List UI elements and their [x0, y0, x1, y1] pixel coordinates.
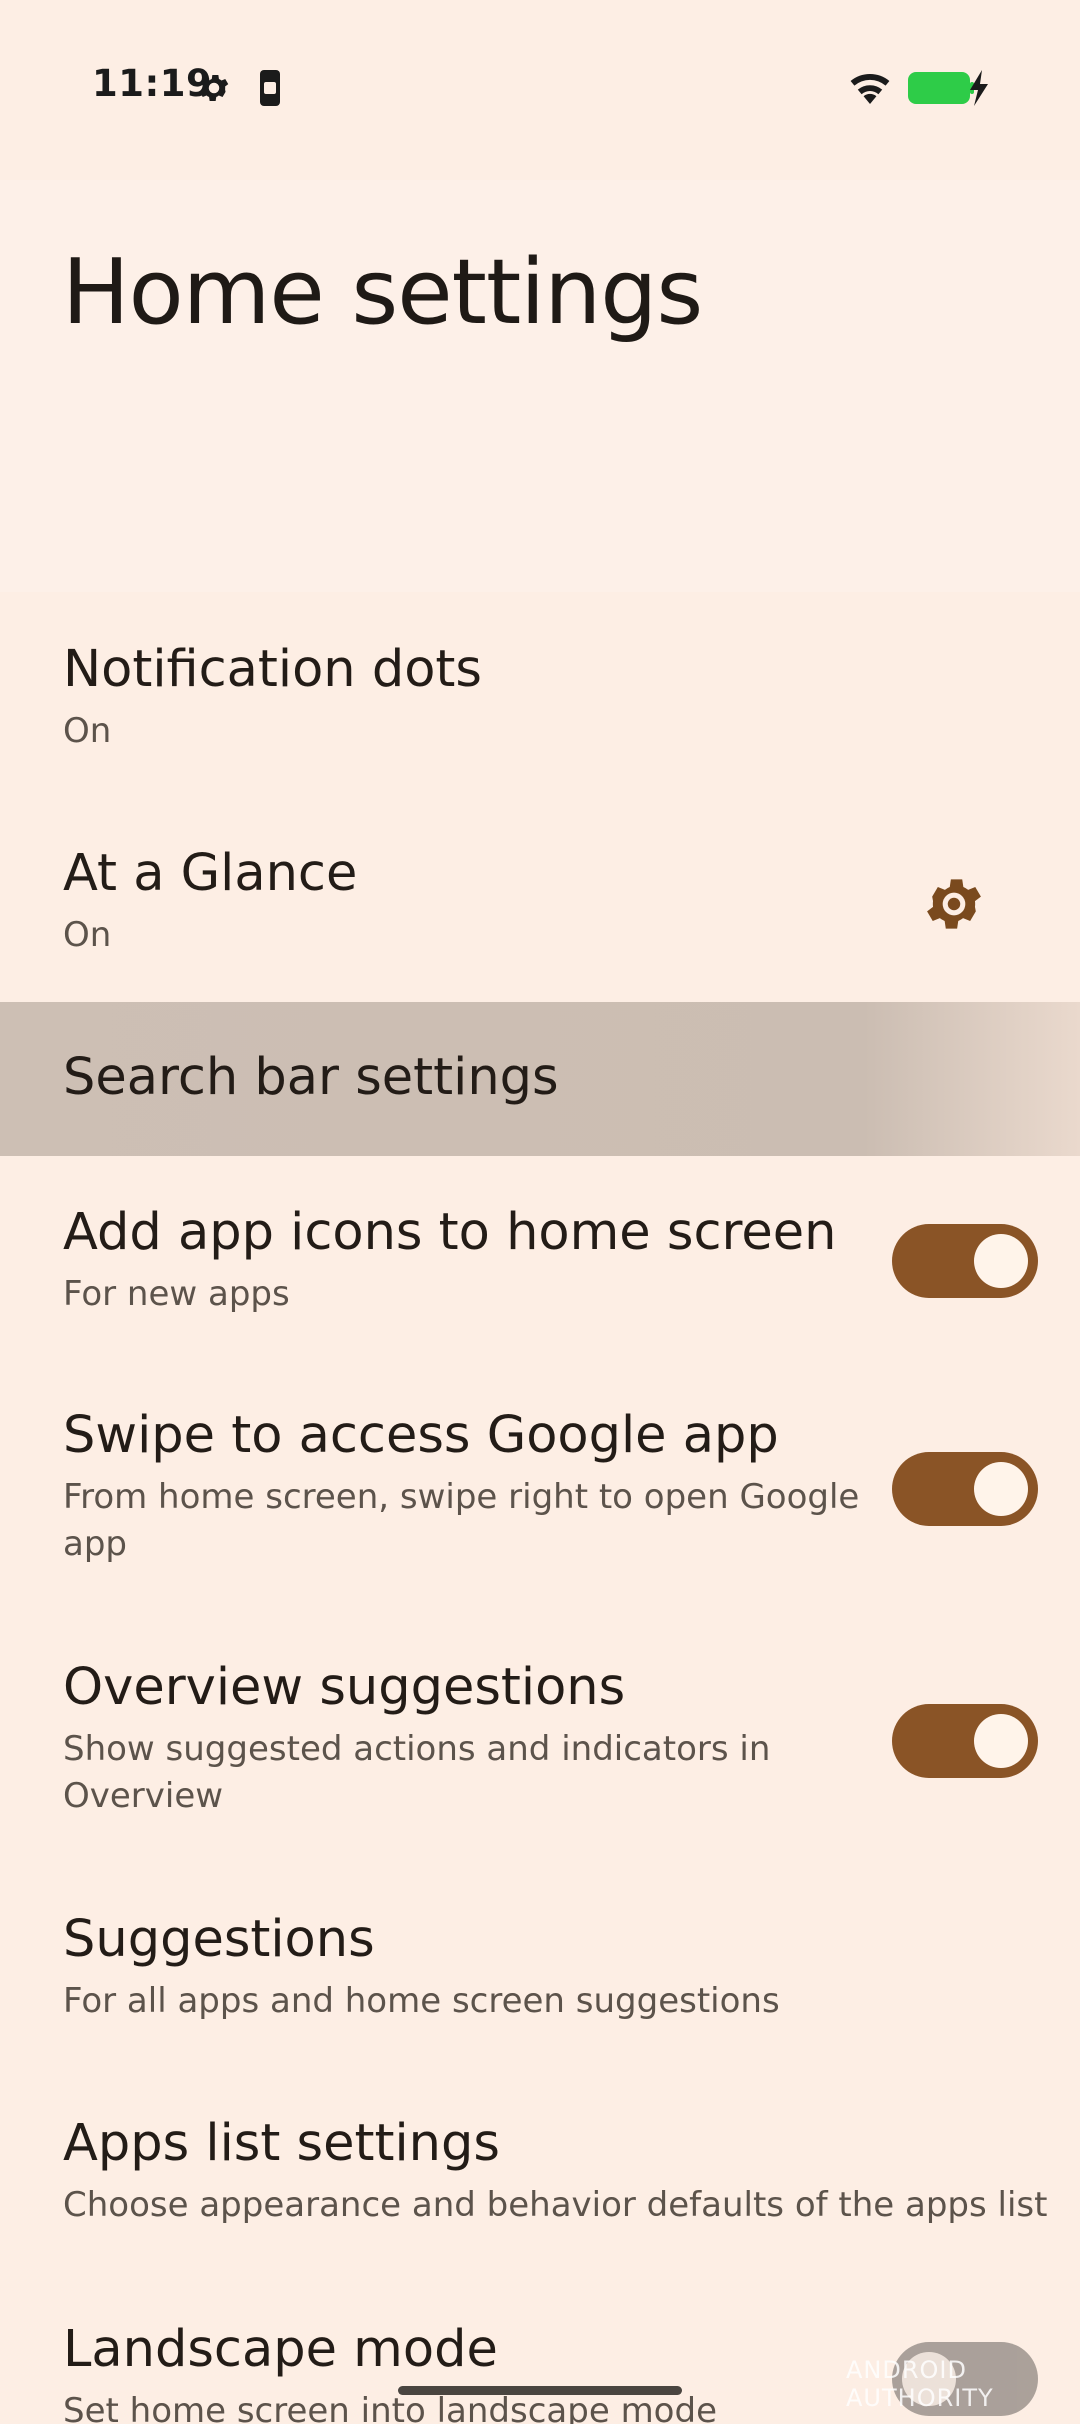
setting-subtitle: On — [63, 915, 112, 955]
toggle-knob — [974, 1462, 1028, 1516]
status-bar: 11:19 — [0, 0, 1080, 180]
gesture-nav-handle[interactable] — [398, 2386, 682, 2395]
setting-subtitle: Show suggested actions and indicators in… — [63, 1729, 771, 1816]
setting-subtitle: For new apps — [63, 1274, 290, 1314]
setting-title: Search bar settings — [63, 1048, 559, 1107]
overview-suggestions-toggle[interactable] — [892, 1704, 1038, 1778]
setting-title: Suggestions — [63, 1910, 375, 1969]
setting-title: At a Glance — [63, 844, 358, 903]
setting-subtitle: On — [63, 711, 112, 751]
setting-title: Apps list settings — [63, 2114, 500, 2173]
toggle-knob — [974, 1714, 1028, 1768]
setting-notification-dots[interactable]: Notification dots On — [0, 612, 1080, 812]
add-app-icons-toggle[interactable] — [892, 1224, 1038, 1298]
setting-swipe-google-app[interactable]: Swipe to access Google app From home scr… — [0, 1362, 1080, 1612]
setting-subtitle: For all apps and home screen suggestions — [63, 1981, 780, 2021]
setting-title: Landscape mode — [63, 2320, 498, 2379]
swipe-google-app-toggle[interactable] — [892, 1452, 1038, 1526]
setting-title: Swipe to access Google app — [63, 1406, 779, 1465]
setting-subtitle: From home screen, swipe right to open Go… — [63, 1477, 860, 1564]
setting-suggestions[interactable]: Suggestions For all apps and home screen… — [0, 1866, 1080, 2070]
page-title: Home settings — [62, 240, 703, 345]
setting-title: Overview suggestions — [63, 1658, 626, 1717]
settings-gear-icon — [199, 74, 229, 102]
watermark: ANDROID AUTHORITY — [846, 2356, 994, 2412]
gear-icon[interactable] — [920, 870, 988, 938]
status-time: 11:19 — [92, 62, 213, 105]
setting-search-bar[interactable]: Search bar settings — [0, 1002, 1080, 1156]
setting-overview-suggestions[interactable]: Overview suggestions Show suggested acti… — [0, 1614, 1080, 1864]
setting-subtitle: Choose appearance and behavior defaults … — [63, 2185, 1048, 2225]
setting-apps-list[interactable]: Apps list settings Choose appearance and… — [0, 2072, 1080, 2276]
setting-title: Add app icons to home screen — [63, 1203, 837, 1262]
setting-title: Notification dots — [63, 640, 482, 699]
setting-add-app-icons[interactable]: Add app icons to home screen For new app… — [0, 1160, 1080, 1360]
wifi-icon — [850, 73, 890, 104]
battery-charging-icon — [908, 70, 988, 106]
setting-at-a-glance[interactable]: At a Glance On — [0, 816, 1080, 1000]
toggle-knob — [974, 1234, 1028, 1288]
phone-device-icon — [260, 70, 280, 106]
